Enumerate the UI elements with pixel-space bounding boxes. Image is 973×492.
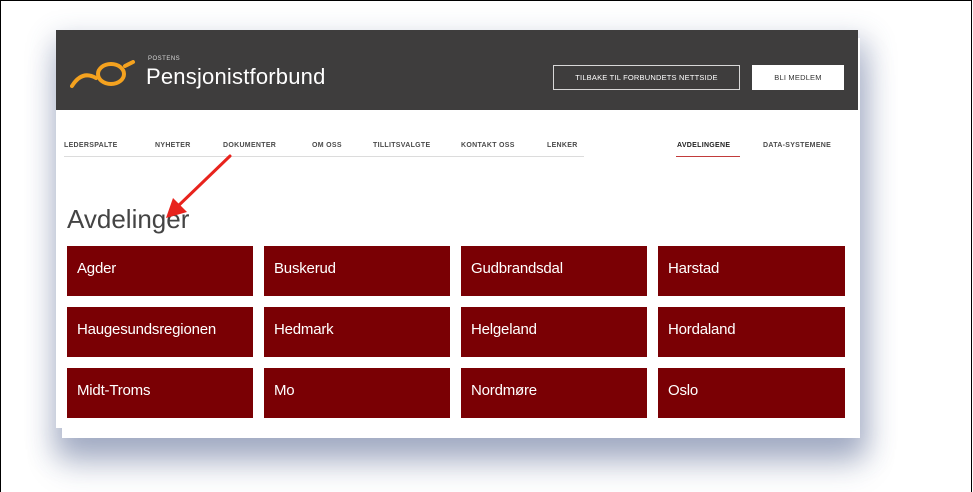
- department-grid: Agder Buskerud Gudbrandsdal Harstad Haug…: [67, 246, 845, 424]
- department-tile-gudbrandsdal[interactable]: Gudbrandsdal: [461, 246, 647, 296]
- nav-item-om-oss[interactable]: OM OSS: [312, 142, 342, 149]
- red-arrow-icon: [160, 150, 240, 235]
- outer-frame-right: [971, 0, 972, 492]
- department-tile-buskerud[interactable]: Buskerud: [264, 246, 450, 296]
- brand-subtitle: POSTENS: [148, 56, 181, 62]
- department-tile-haugesundsregionen[interactable]: Haugesundsregionen: [67, 307, 253, 357]
- department-tile-helgeland[interactable]: Helgeland: [461, 307, 647, 357]
- department-tile-nordmore[interactable]: Nordmøre: [461, 368, 647, 418]
- become-member-button[interactable]: BLI MEDLEM: [752, 65, 844, 90]
- nav-item-lederspalte[interactable]: LEDERSPALTE: [64, 142, 118, 149]
- department-tile-mo[interactable]: Mo: [264, 368, 450, 418]
- outer-frame-left: [0, 0, 1, 492]
- nav-item-dokumenter[interactable]: DOKUMENTER: [223, 142, 276, 149]
- department-tile-harstad[interactable]: Harstad: [658, 246, 845, 296]
- department-tile-agder[interactable]: Agder: [67, 246, 253, 296]
- nav-item-data-systemene[interactable]: DATA-SYSTEMENE: [763, 142, 831, 149]
- department-tile-midt-troms[interactable]: Midt-Troms: [67, 368, 253, 418]
- outer-frame-top: [0, 0, 972, 1]
- back-to-federation-button[interactable]: TILBAKE TIL FORBUNDETS NETTSIDE: [553, 65, 740, 90]
- nav-item-nyheter[interactable]: NYHETER: [155, 142, 191, 149]
- nav-item-kontakt-oss[interactable]: KONTAKT OSS: [461, 142, 515, 149]
- department-tile-hedmark[interactable]: Hedmark: [264, 307, 450, 357]
- nav-item-avdelingene[interactable]: AVDELINGENE: [677, 142, 730, 149]
- nav-divider: [64, 156, 584, 157]
- site-header: POSTENS Pensjonistforbund TILBAKE TIL FO…: [56, 30, 858, 110]
- brand-name[interactable]: Pensjonistforbund: [146, 64, 326, 90]
- department-tile-hordaland[interactable]: Hordaland: [658, 307, 845, 357]
- nav-item-lenker[interactable]: LENKER: [547, 142, 578, 149]
- nav-item-tillitsvalgte[interactable]: TILLITSVALGTE: [373, 142, 430, 149]
- post-horn-icon[interactable]: [70, 60, 136, 95]
- department-tile-oslo[interactable]: Oslo: [658, 368, 845, 418]
- nav-active-indicator: [676, 156, 740, 157]
